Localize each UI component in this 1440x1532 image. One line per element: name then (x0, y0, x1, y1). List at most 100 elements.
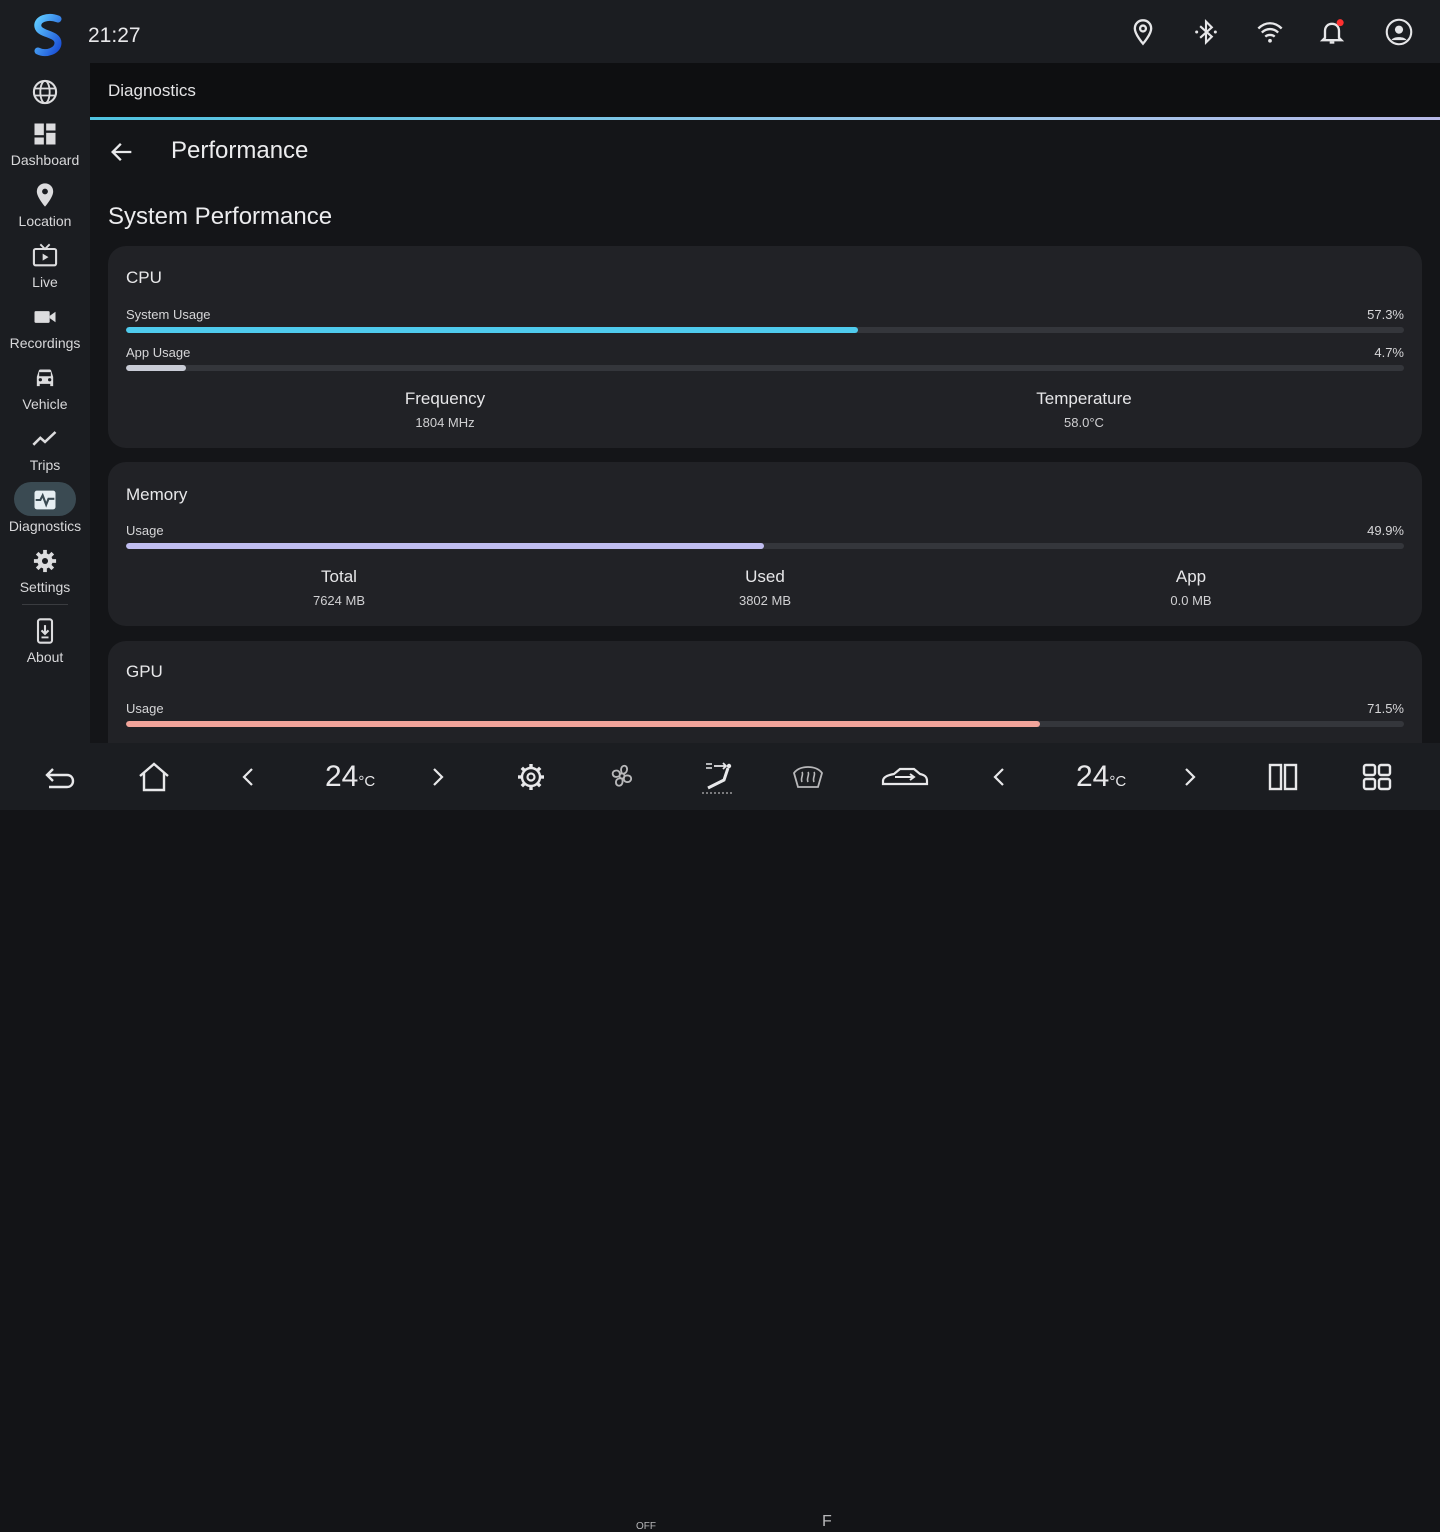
left-temp-unit: °C (358, 773, 376, 790)
memory-usage-bar (126, 543, 1404, 549)
fan-off-icon[interactable] (607, 761, 657, 793)
header-bar: Diagnostics (90, 63, 1440, 117)
sidebar-item-live[interactable]: Live (0, 242, 90, 302)
cpu-card-title: CPU (126, 268, 162, 287)
system-usage-bar-fill (126, 327, 859, 333)
pulse-icon (34, 490, 56, 510)
sidebar-item-label: Recordings (9, 335, 81, 351)
memory-card: Memory Usage 49.9% Total 7624 MB Used 38… (108, 462, 1422, 626)
memory-used-label: Used (745, 567, 785, 586)
sidebar-item-dashboard[interactable]: Dashboard (0, 120, 90, 180)
wifi-icon[interactable] (1256, 18, 1284, 46)
memory-app-stat: App 0.0 MB (1041, 567, 1341, 608)
trend-icon (32, 431, 57, 446)
right-temperature: 24°C (1076, 760, 1126, 794)
bluetooth-icon[interactable] (1192, 18, 1220, 46)
back-icon[interactable] (43, 761, 77, 793)
memory-used-stat: Used 3802 MB (615, 567, 915, 608)
dashboard-icon (34, 123, 56, 145)
sidebar-item-label: Location (18, 213, 72, 229)
account-icon[interactable] (1385, 18, 1413, 46)
location-status-icon[interactable] (1129, 18, 1157, 46)
split-screen-icon[interactable] (1266, 761, 1300, 793)
cpu-card: CPU System Usage 57.3% App Usage 4.7% Fr… (108, 246, 1422, 448)
sidebar-item-diagnostics[interactable]: Diagnostics (0, 482, 90, 546)
frequency-stat: Frequency 1804 MHz (295, 389, 595, 430)
sidebar-item-label: Trips (29, 457, 61, 473)
app-grid-icon[interactable] (1360, 761, 1394, 793)
temperature-label: Temperature (1036, 389, 1132, 408)
app-usage-bar-fill (126, 365, 187, 371)
sidebar-item-label: Dashboard (10, 152, 80, 168)
frequency-label: Frequency (404, 389, 486, 408)
gpu-card-title: GPU (126, 662, 163, 681)
globe-icon (32, 79, 58, 105)
system-usage-label: System Usage (126, 307, 211, 322)
right-temp-unit: °C (1109, 773, 1127, 790)
sidebar-item-about[interactable]: About (0, 617, 90, 677)
app-logo (34, 13, 62, 57)
system-usage-bar (126, 327, 1404, 333)
sidebar-item-label: Settings (19, 579, 71, 595)
front-defrost-icon[interactable] (792, 761, 836, 793)
sidebar-item-label: Vehicle (22, 396, 68, 412)
sidebar-item-vehicle[interactable]: Vehicle (0, 364, 90, 424)
memory-usage-label: Usage (126, 523, 164, 538)
left-temperature: 24°C (325, 760, 375, 794)
left-temp-increase-icon[interactable] (420, 761, 454, 793)
climate-settings-icon[interactable] (514, 761, 548, 793)
right-temp-decrease-icon[interactable] (983, 761, 1017, 793)
sidebar-item-trips[interactable]: Trips (0, 425, 90, 485)
sidebar-item-label: Live (32, 274, 58, 290)
home-icon[interactable] (137, 761, 171, 793)
fan-status-label: OFF (636, 1521, 656, 1532)
memory-usage-value: 49.9% (1367, 523, 1404, 538)
gear-icon (33, 549, 57, 573)
memory-app-label: App (1175, 567, 1207, 586)
header-title: Diagnostics (108, 81, 196, 100)
memory-total-label: Total (321, 567, 357, 586)
sidebar-item-location[interactable]: Location (0, 181, 90, 241)
temperature-stat: Temperature 58.0°C (934, 389, 1234, 430)
header-accent-line (90, 117, 1440, 120)
sidebar-item-recordings[interactable]: Recordings (0, 303, 90, 363)
left-temp-decrease-icon[interactable] (232, 761, 266, 793)
sidebar: Dashboard Location Live Recordings Vehic… (0, 63, 90, 743)
memory-card-title: Memory (126, 485, 188, 504)
sidebar-item-settings[interactable]: Settings (0, 547, 90, 607)
clock: 21:27 (88, 24, 141, 47)
live-tv-icon (32, 243, 58, 267)
status-bar: 21:27 (0, 0, 1440, 63)
main-content: Diagnostics Performance System Performan… (90, 63, 1440, 743)
back-arrow-icon[interactable] (108, 138, 136, 166)
sidebar-item-label: Diagnostics (8, 518, 82, 534)
right-temp-value: 24 (1076, 760, 1110, 793)
phone-download-icon (36, 618, 54, 644)
memory-used-value: 3802 MB (738, 593, 792, 608)
gpu-usage-bar (126, 721, 1404, 727)
defrost-label: F (822, 1513, 832, 1530)
app-usage-bar (126, 365, 1404, 371)
memory-app-value: 0.0 MB (1170, 593, 1212, 608)
page-title: Performance (171, 137, 309, 164)
bottom-bar: OFF F (0, 743, 1440, 1532)
car-icon (36, 369, 54, 387)
sidebar-item-label: About (26, 649, 64, 665)
memory-total-value: 7624 MB (312, 593, 366, 608)
seat-airflow-icon[interactable] (698, 758, 738, 798)
gpu-card: GPU Usage 71.5% (108, 641, 1422, 743)
notifications-icon[interactable] (1318, 18, 1346, 46)
section-title: System Performance (108, 203, 333, 230)
recirculation-car-icon[interactable] (880, 761, 930, 793)
app-usage-label: App Usage (126, 345, 191, 360)
frequency-value: 1804 MHz (415, 415, 475, 430)
gpu-usage-value: 71.5% (1367, 701, 1404, 716)
gpu-usage-bar-fill (126, 721, 1040, 727)
left-temp-value: 24 (325, 760, 359, 793)
memory-usage-bar-fill (126, 543, 764, 549)
memory-total-stat: Total 7624 MB (189, 567, 489, 608)
gpu-usage-label: Usage (126, 701, 164, 716)
sidebar-divider (22, 604, 68, 605)
app-usage-value: 4.7% (1374, 345, 1404, 360)
right-temp-increase-icon[interactable] (1172, 761, 1206, 793)
